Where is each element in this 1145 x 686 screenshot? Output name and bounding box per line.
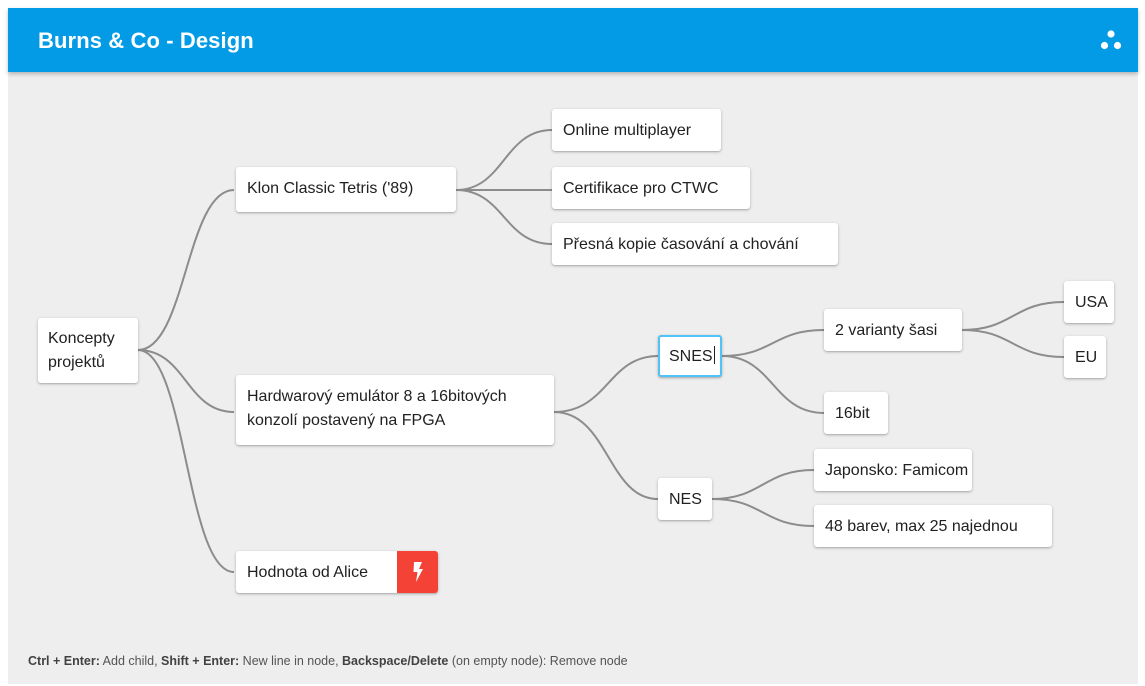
edge-nes-japan xyxy=(711,469,815,500)
node-nes[interactable]: NES xyxy=(658,478,712,520)
node-label: 16bit xyxy=(835,405,870,422)
node-label: 2 varianty šasi xyxy=(835,322,938,339)
lightning-icon xyxy=(413,562,423,582)
edge-hw-snes xyxy=(553,355,659,413)
edge-snes-16bit xyxy=(721,355,825,414)
edge-root-alice xyxy=(137,349,235,573)
app-window: Burns & Co - Design Koncepty projektů Kl… xyxy=(8,8,1138,684)
edge-chassis-usa xyxy=(961,301,1065,331)
node-label: Certifikace pro CTWC xyxy=(563,180,719,197)
node-root[interactable]: Koncepty projektů xyxy=(38,318,138,383)
node-label: Hodnota od Alice xyxy=(247,564,368,581)
node-tetris-cert[interactable]: Certifikace pro CTWC xyxy=(552,167,750,209)
node-label: Přesná kopie časování a chování xyxy=(563,236,799,253)
hint-key: Shift + Enter: xyxy=(161,654,240,668)
node-chassis-eu[interactable]: EU xyxy=(1064,336,1106,378)
hint-key: Backspace/Delete xyxy=(342,654,449,668)
node-nes-colors[interactable]: 48 barev, max 25 najednou xyxy=(814,505,1052,547)
node-label: Klon Classic Tetris ('89) xyxy=(247,180,414,197)
hint-key: Ctrl + Enter: xyxy=(28,654,100,668)
keyboard-hint: Ctrl + Enter: Add child, Shift + Enter: … xyxy=(28,654,628,668)
node-hw-emulator[interactable]: Hardwarový emulátor 8 a 16bitových konzo… xyxy=(236,375,554,445)
edge-tetris-copy xyxy=(455,189,553,245)
edge-root-tetris xyxy=(137,189,235,351)
lightning-button[interactable] xyxy=(397,551,438,593)
mindmap-canvas[interactable]: Koncepty projektů Klon Classic Tetris ('… xyxy=(8,72,1138,632)
node-label: Online multiplayer xyxy=(563,122,692,139)
edge-snes-chassis xyxy=(721,329,825,357)
hint-text: New line in node, xyxy=(239,654,343,668)
node-label: Koncepty projektů xyxy=(48,330,115,371)
edge-nes-colors xyxy=(711,498,815,527)
node-snes-16bit[interactable]: 16bit xyxy=(824,392,888,434)
node-snes-chassis[interactable]: 2 varianty šasi xyxy=(824,309,962,351)
hint-text: Add child, xyxy=(99,654,162,668)
node-snes[interactable]: SNES xyxy=(658,335,722,377)
node-label: EU xyxy=(1075,349,1098,366)
page-title: Burns & Co - Design xyxy=(38,28,254,53)
node-label: Japonsko: Famicom xyxy=(825,462,969,479)
node-label: NES xyxy=(669,491,702,508)
node-label: USA xyxy=(1075,294,1108,311)
mindmap-edges xyxy=(137,129,1065,573)
edge-tetris-online xyxy=(455,129,553,191)
node-label: Hardwarový emulátor 8 a 16bitových konzo… xyxy=(247,388,507,429)
app-bar: Burns & Co - Design xyxy=(8,8,1138,72)
node-label: 48 barev, max 25 najednou xyxy=(825,518,1018,535)
hint-text: (on empty node): Remove node xyxy=(448,654,628,668)
node-alice[interactable]: Hodnota od Alice xyxy=(236,551,438,593)
node-nes-japan[interactable]: Japonsko: Famicom xyxy=(814,449,972,491)
edge-hw-nes xyxy=(553,411,659,500)
node-tetris-online[interactable]: Online multiplayer xyxy=(552,109,721,151)
edge-chassis-eu xyxy=(961,329,1065,358)
node-chassis-usa[interactable]: USA xyxy=(1064,281,1114,323)
text-caret xyxy=(713,346,715,364)
cluster-icon[interactable] xyxy=(1098,27,1124,53)
node-tetris-copy[interactable]: Přesná kopie časování a chování xyxy=(552,223,838,265)
node-tetris[interactable]: Klon Classic Tetris ('89) xyxy=(236,167,456,212)
node-label: SNES xyxy=(669,348,713,365)
